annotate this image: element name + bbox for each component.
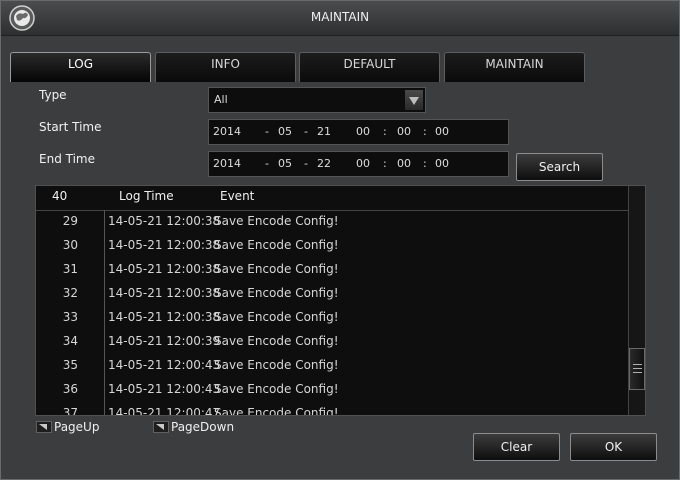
type-select-value: All xyxy=(214,93,228,106)
type-label: Type xyxy=(39,88,67,102)
row-number: 30 xyxy=(62,238,78,252)
scrollbar-thumb[interactable] xyxy=(629,348,645,390)
end-day[interactable]: 22 xyxy=(317,157,331,170)
row-event: Save Encode Config! xyxy=(214,262,339,276)
row-event: Save Encode Config! xyxy=(214,238,339,252)
row-event: Save Encode Config! xyxy=(214,406,339,416)
start-day[interactable]: 21 xyxy=(317,125,331,138)
row-event: Save Encode Config! xyxy=(214,358,339,372)
start-year[interactable]: 2014 xyxy=(213,125,241,138)
tab-default[interactable]: DEFAULT xyxy=(299,52,440,82)
log-count: 40 xyxy=(52,189,68,203)
start-minute[interactable]: 00 xyxy=(397,125,411,138)
start-hour[interactable]: 00 xyxy=(356,125,370,138)
page-up-icon xyxy=(36,421,52,433)
table-header: 40 Log Time Event xyxy=(36,186,628,211)
page-down-label: PageDown xyxy=(171,420,235,434)
end-second[interactable]: 00 xyxy=(435,157,449,170)
end-year[interactable]: 2014 xyxy=(213,157,241,170)
start-month[interactable]: 05 xyxy=(278,125,292,138)
table-row[interactable]: 36 14-05-21 12:00:43 Save Encode Config! xyxy=(36,378,628,402)
row-log-time: 14-05-21 12:00:38 xyxy=(108,286,221,300)
table-row[interactable]: 35 14-05-21 12:00:43 Save Encode Config! xyxy=(36,354,628,378)
date-separator: - xyxy=(304,125,308,138)
tab-maintain-label: MAINTAIN xyxy=(485,57,544,71)
row-event: Save Encode Config! xyxy=(214,310,339,324)
table-row[interactable]: 33 14-05-21 12:00:38 Save Encode Config! xyxy=(36,306,628,330)
row-log-time: 14-05-21 12:00:38 xyxy=(108,310,221,324)
row-number: 33 xyxy=(62,310,78,324)
table-row[interactable]: 29 14-05-21 12:00:38 Save Encode Config! xyxy=(36,210,628,234)
tab-info-label: INFO xyxy=(211,57,240,71)
page-down-icon xyxy=(153,421,169,433)
row-log-time: 14-05-21 12:00:38 xyxy=(108,214,221,228)
ok-button[interactable]: OK xyxy=(570,433,657,461)
log-time-header[interactable]: Log Time xyxy=(119,189,174,203)
tab-info[interactable]: INFO xyxy=(155,52,296,82)
row-log-time: 14-05-21 12:00:47 xyxy=(108,406,221,416)
page-down-button[interactable]: PageDown xyxy=(153,420,248,436)
date-separator: - xyxy=(265,125,269,138)
log-table: 40 Log Time Event 29 14-05-21 12:00:38 Sav… xyxy=(35,185,646,416)
page-up-label: PageUp xyxy=(54,420,100,434)
row-number: 35 xyxy=(62,358,78,372)
row-number: 37 xyxy=(62,406,78,416)
end-month[interactable]: 05 xyxy=(278,157,292,170)
tab-maintain[interactable]: MAINTAIN xyxy=(444,52,585,82)
table-row[interactable]: 30 14-05-21 12:00:38 Save Encode Config! xyxy=(36,234,628,258)
end-hour[interactable]: 00 xyxy=(356,157,370,170)
grip-line xyxy=(633,368,642,369)
tab-default-label: DEFAULT xyxy=(343,57,396,71)
row-number: 36 xyxy=(62,382,78,396)
start-time-label: Start Time xyxy=(39,120,102,134)
table-row[interactable]: 34 14-05-21 12:00:39 Save Encode Config! xyxy=(36,330,628,354)
row-log-time: 14-05-21 12:00:39 xyxy=(108,334,221,348)
tab-log[interactable]: LOG xyxy=(10,52,151,82)
clear-button[interactable]: Clear xyxy=(473,433,560,461)
chevron-down-icon[interactable] xyxy=(405,90,423,110)
event-header[interactable]: Event xyxy=(220,189,254,203)
time-separator: : xyxy=(423,157,427,170)
tab-log-label: LOG xyxy=(67,57,93,71)
maintain-window: MAINTAIN LOG INFO DEFAULT MAINTAIN Type … xyxy=(0,0,680,480)
end-minute[interactable]: 00 xyxy=(397,157,411,170)
row-event: Save Encode Config! xyxy=(214,286,339,300)
row-number: 29 xyxy=(62,214,78,228)
start-time-field[interactable]: 2014 - 05 - 21 00 : 00 : 00 xyxy=(208,119,509,145)
row-number: 34 xyxy=(62,334,78,348)
row-event: Save Encode Config! xyxy=(214,382,339,396)
page-up-button[interactable]: PageUp xyxy=(36,420,116,436)
table-row[interactable]: 32 14-05-21 12:00:38 Save Encode Config! xyxy=(36,282,628,306)
end-time-field[interactable]: 2014 - 05 - 22 00 : 00 : 00 xyxy=(208,151,509,177)
row-event: Save Encode Config! xyxy=(214,214,339,228)
row-event: Save Encode Config! xyxy=(214,334,339,348)
window-title: MAINTAIN xyxy=(310,10,370,24)
row-log-time: 14-05-21 12:00:38 xyxy=(108,262,221,276)
title-bar: MAINTAIN xyxy=(1,1,679,36)
scrollbar[interactable] xyxy=(628,186,645,415)
table-row[interactable]: 31 14-05-21 12:00:38 Save Encode Config! xyxy=(36,258,628,282)
time-separator: : xyxy=(383,157,387,170)
end-time-label: End Time xyxy=(39,152,95,166)
start-second[interactable]: 00 xyxy=(435,125,449,138)
row-number: 31 xyxy=(62,262,78,276)
time-separator: : xyxy=(383,125,387,138)
date-separator: - xyxy=(304,157,308,170)
search-button[interactable]: Search xyxy=(516,153,603,181)
table-row[interactable]: 37 14-05-21 12:00:47 Save Encode Config! xyxy=(36,402,628,416)
date-separator: - xyxy=(265,157,269,170)
grip-line xyxy=(633,364,642,365)
time-separator: : xyxy=(423,125,427,138)
row-log-time: 14-05-21 12:00:43 xyxy=(108,382,221,396)
row-log-time: 14-05-21 12:00:38 xyxy=(108,238,221,252)
row-number: 32 xyxy=(62,286,78,300)
row-log-time: 14-05-21 12:00:43 xyxy=(108,358,221,372)
grip-line xyxy=(633,372,642,373)
type-select[interactable]: All xyxy=(208,87,426,113)
